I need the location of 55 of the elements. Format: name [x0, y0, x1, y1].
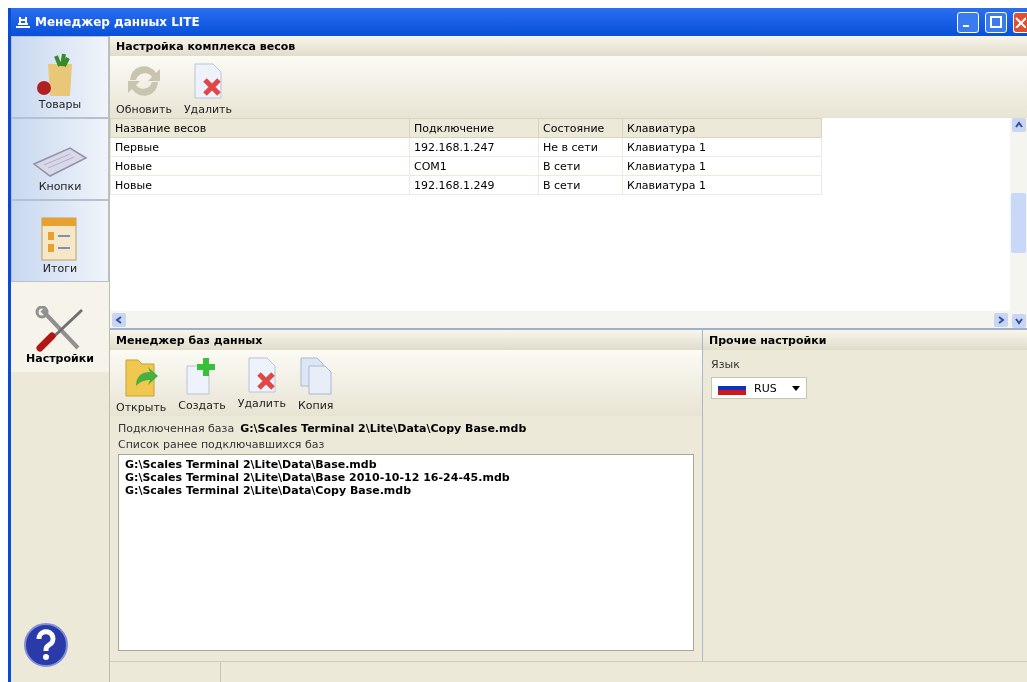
scroll-right-icon[interactable] — [994, 312, 1008, 327]
scroll-left-icon[interactable] — [112, 312, 126, 327]
scroll-thumb[interactable] — [1011, 193, 1026, 253]
table-cell: 192.168.1.247 — [409, 137, 539, 157]
close-button[interactable] — [1013, 11, 1027, 33]
table-cell: COM1 — [409, 156, 539, 176]
list-item[interactable]: G:\Scales Terminal 2\Lite\Data\Base.mdb — [125, 458, 687, 471]
panel-header: Прочие настройки — [703, 330, 1027, 350]
sidebar-tab[interactable]: Настройки — [11, 282, 109, 372]
dropdown-arrow-icon — [792, 385, 800, 391]
maximize-icon — [990, 16, 1002, 28]
table-cell: Клавиатура 1 — [622, 156, 822, 176]
sidebar-tab[interactable]: Итоги — [11, 200, 109, 282]
minimize-button[interactable] — [957, 11, 979, 33]
scroll-up-icon[interactable] — [1011, 118, 1026, 132]
column-header: Подключение — [409, 118, 539, 138]
close-icon — [1014, 16, 1026, 28]
toolbar-button[interactable]: Копия — [295, 356, 336, 414]
table-cell: Клавиатура 1 — [622, 137, 822, 157]
panel-header: Настройка комплекса весов — [110, 36, 1027, 56]
toolbar-button[interactable]: Обновить — [114, 62, 174, 116]
sidebar-tab[interactable]: Кнопки — [11, 118, 109, 200]
language-label: Язык — [711, 358, 740, 371]
keyboard-icon — [30, 144, 90, 180]
table-cell: Не в сети — [538, 137, 623, 157]
panel-header: Менеджер баз данных — [110, 330, 702, 350]
table-cell: Новые — [110, 175, 410, 195]
table-cell: Клавиатура 1 — [622, 175, 822, 195]
history-label: Список ранее подключавшихся баз — [118, 438, 326, 451]
table-cell: Новые — [110, 156, 410, 176]
toolbar-button[interactable]: Создать — [176, 356, 228, 414]
table-cell: В сети — [538, 156, 623, 176]
language-dropdown[interactable]: RUS — [711, 377, 807, 399]
minimize-icon — [963, 25, 969, 27]
table-cell: В сети — [538, 175, 623, 195]
sidebar-tab[interactable]: Товары — [11, 36, 109, 118]
history-list[interactable]: G:\Scales Terminal 2\Lite\Data\Base.mdb G:\Scales Terminal 2\Lite\Data\Base 2010-10-12 16-24-45.mdb G:\Scales Terminal 2\Lite\Data\Copy Base.mdb — [118, 454, 694, 651]
toolbar-button[interactable]: Удалить — [181, 62, 234, 116]
table-cell: 192.168.1.249 — [409, 175, 539, 195]
table-cell: Первые — [110, 137, 410, 157]
column-header: Состояние — [538, 118, 623, 138]
connected-path: G:\Scales Terminal 2\Lite\Data\Copy Base.mdb — [240, 422, 527, 435]
list-item[interactable]: G:\Scales Terminal 2\Lite\Data\Base 2010-10-12 16-24-45.mdb — [125, 471, 687, 484]
list-item[interactable]: G:\Scales Terminal 2\Lite\Data\Copy Base.mdb — [125, 484, 687, 497]
scroll-down-icon[interactable] — [1011, 314, 1026, 328]
scales-logo-icon — [15, 15, 31, 29]
toolbar-button[interactable]: Удалить — [235, 356, 288, 414]
maximize-button[interactable] — [985, 11, 1007, 33]
window-title: Менеджер данных LITE — [35, 15, 201, 29]
help-icon[interactable] — [23, 622, 69, 668]
toolbar-button[interactable]: Открыть — [114, 356, 169, 414]
column-header: Название весов — [110, 118, 410, 138]
copy-documents-icon — [298, 356, 333, 396]
column-header: Клавиатура — [622, 118, 822, 138]
connected-label: Подключенная база — [118, 422, 235, 435]
